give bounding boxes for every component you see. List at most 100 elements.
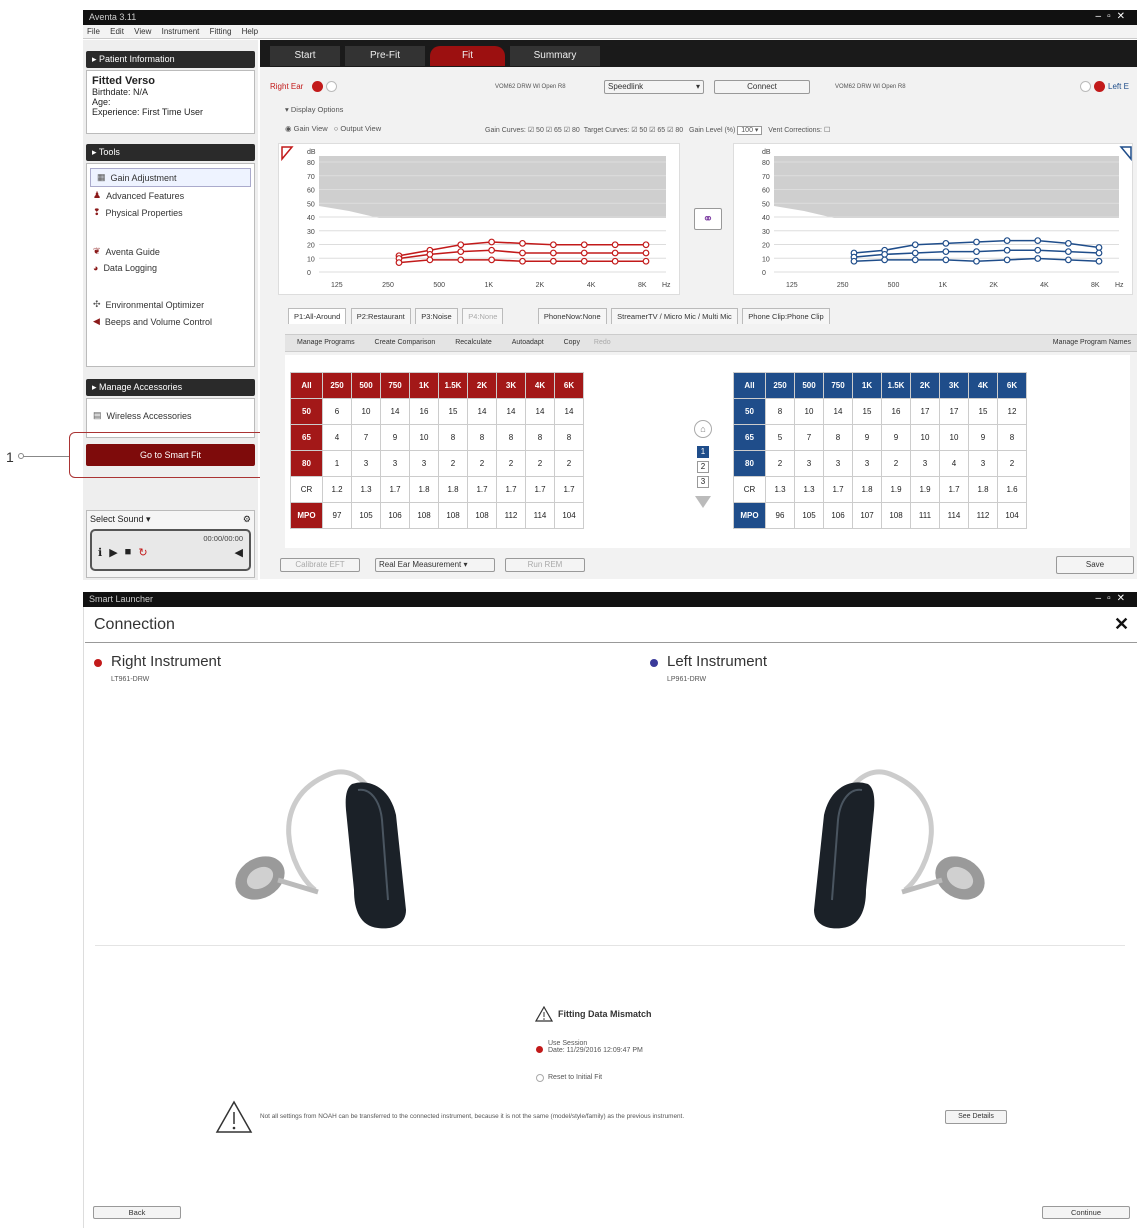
gain-level-select[interactable]: 100 ▾ <box>737 126 763 135</box>
wireless-accessories[interactable]: ▤ Wireless Accessories <box>87 407 254 424</box>
left-cell[interactable]: 96 <box>765 502 795 529</box>
left-col-header[interactable]: 3K <box>939 372 969 399</box>
gain-point[interactable] <box>488 238 496 246</box>
gain-point[interactable] <box>911 241 919 249</box>
left-row-header[interactable]: 50 <box>733 398 766 425</box>
right-cell[interactable]: 8 <box>438 424 468 451</box>
gain-point[interactable] <box>611 257 619 265</box>
copy[interactable]: Copy <box>564 339 580 346</box>
left-cell[interactable]: 17 <box>910 398 940 425</box>
right-cell[interactable]: 14 <box>380 398 410 425</box>
left-cell[interactable]: 9 <box>881 424 911 451</box>
gain-point[interactable] <box>457 256 465 264</box>
gain-point[interactable] <box>519 257 526 265</box>
tools-header[interactable]: ▸ Tools <box>86 144 255 161</box>
menu-fitting[interactable]: Fitting <box>210 27 232 36</box>
back-button[interactable]: Back <box>93 1206 181 1219</box>
left-cell[interactable]: 1.3 <box>765 476 795 503</box>
continue-button[interactable]: Continue <box>1042 1206 1130 1219</box>
gain-point[interactable] <box>1034 246 1042 254</box>
see-details-button[interactable]: See Details <box>945 1110 1007 1124</box>
gain-point[interactable] <box>973 257 980 265</box>
right-cell[interactable]: 1.7 <box>467 476 497 503</box>
gain-point[interactable] <box>488 246 496 254</box>
tab-summary[interactable]: Summary <box>510 46 600 66</box>
right-col-header[interactable]: 1K <box>409 372 439 399</box>
right-col-header[interactable]: 750 <box>380 372 410 399</box>
right-col-header[interactable]: 6K <box>554 372 584 399</box>
menu-edit[interactable]: Edit <box>110 27 124 36</box>
gain-point[interactable] <box>973 238 980 246</box>
right-cell[interactable]: 15 <box>438 398 468 425</box>
gain-point[interactable] <box>942 239 950 247</box>
gain-point[interactable] <box>549 257 557 265</box>
right-cell[interactable]: 14 <box>554 398 584 425</box>
right-cell[interactable]: 114 <box>525 502 555 529</box>
connect-button[interactable]: Connect <box>714 80 810 94</box>
right-col-header[interactable]: 250 <box>322 372 352 399</box>
left-cell[interactable]: 2 <box>997 450 1027 477</box>
target-curve-50[interactable]: ☑ 50 <box>631 127 647 134</box>
right-row-header[interactable]: MPO <box>290 502 323 529</box>
right-col-header[interactable]: 3K <box>496 372 526 399</box>
left-cell[interactable]: 7 <box>794 424 824 451</box>
autoadapt[interactable]: Autoadapt <box>512 339 544 346</box>
left-col-header[interactable]: 250 <box>765 372 795 399</box>
left-cell[interactable]: 5 <box>765 424 795 451</box>
left-cell[interactable]: 10 <box>794 398 824 425</box>
left-cell[interactable]: 111 <box>910 502 940 529</box>
gain-curve-65[interactable]: ☑ 65 <box>546 127 562 134</box>
left-cell[interactable]: 9 <box>968 424 998 451</box>
gain-point[interactable] <box>1095 249 1103 257</box>
left-row-header[interactable]: CR <box>733 476 766 503</box>
right-cell[interactable]: 1.8 <box>409 476 439 503</box>
right-cell[interactable]: 97 <box>322 502 352 529</box>
right-col-header[interactable]: 1.5K <box>438 372 468 399</box>
left-cell[interactable]: 1.7 <box>823 476 853 503</box>
right-cell[interactable]: 8 <box>496 424 526 451</box>
right-cell[interactable]: 1.7 <box>525 476 555 503</box>
left-cell[interactable]: 12 <box>997 398 1027 425</box>
tab-prefit[interactable]: Pre-Fit <box>345 46 425 66</box>
tool-physical-properties[interactable]: ❢ Physical Properties <box>87 204 254 221</box>
gain-point[interactable] <box>1003 256 1011 264</box>
left-cell[interactable]: 104 <box>997 502 1027 529</box>
tool-gain-adjustment[interactable]: ▦ Gain Adjustment <box>90 168 251 187</box>
gain-point[interactable] <box>911 249 919 257</box>
gain-point[interactable] <box>942 256 950 264</box>
info-icon[interactable]: ℹ <box>98 546 102 559</box>
program-tab-1[interactable]: P1:All-Around <box>288 308 347 324</box>
left-cell[interactable]: 106 <box>823 502 853 529</box>
gain-point[interactable] <box>519 239 526 247</box>
program-tab-4[interactable]: P4:None <box>462 308 504 324</box>
manage-program-names[interactable]: Manage Program Names <box>1053 339 1131 346</box>
left-cell[interactable]: 1.6 <box>997 476 1027 503</box>
speedlink-select[interactable]: Speedlink ▾ <box>604 80 704 94</box>
gain-point[interactable] <box>1003 237 1011 245</box>
right-cell[interactable]: 3 <box>351 450 381 477</box>
left-cell[interactable]: 1.7 <box>939 476 969 503</box>
gain-point[interactable] <box>611 241 619 249</box>
right-cell[interactable]: 6 <box>322 398 352 425</box>
right-cell[interactable]: 1 <box>322 450 352 477</box>
menu-help[interactable]: Help <box>242 27 258 36</box>
left-row-header[interactable]: 65 <box>733 424 766 451</box>
left-cell[interactable]: 3 <box>852 450 882 477</box>
tab-fit[interactable]: Fit <box>430 46 505 66</box>
right-col-header[interactable]: 2K <box>467 372 497 399</box>
right-cell[interactable]: 9 <box>380 424 410 451</box>
right-cell[interactable]: 2 <box>525 450 555 477</box>
gain-point[interactable] <box>426 250 434 258</box>
right-cell[interactable]: 1.7 <box>554 476 584 503</box>
right-cell[interactable]: 2 <box>438 450 468 477</box>
program-tab-phoneclip[interactable]: Phone Clip:Phone Clip <box>742 308 830 324</box>
right-col-header[interactable]: 4K <box>525 372 555 399</box>
patient-header[interactable]: ▸ Patient Information <box>86 51 255 68</box>
program-number-3[interactable]: 3 <box>697 476 709 488</box>
program-tab-streamer[interactable]: StreamerTV / Micro Mic / Multi Mic <box>611 308 738 324</box>
right-cell[interactable]: 1.8 <box>438 476 468 503</box>
left-cell[interactable]: 108 <box>881 502 911 529</box>
gain-point[interactable] <box>642 257 650 265</box>
right-cell[interactable]: 112 <box>496 502 526 529</box>
gain-point[interactable] <box>1064 248 1072 256</box>
